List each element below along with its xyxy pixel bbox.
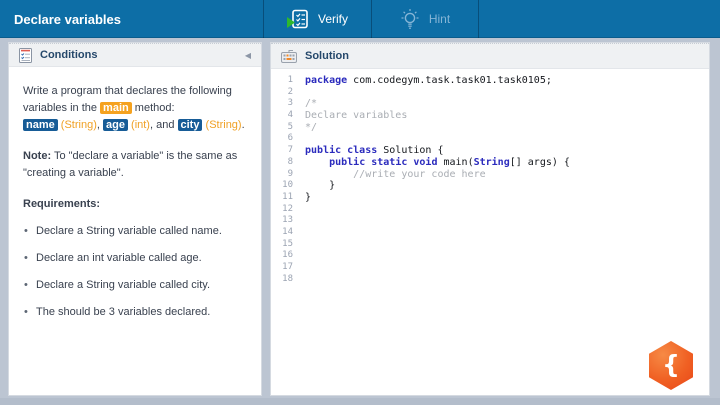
code-line: 14 — [271, 227, 709, 239]
line-number: 11 — [282, 191, 293, 202]
code-line: 1 package com.codegym.task.task01.task010… — [271, 75, 709, 87]
line-number: 16 — [282, 250, 293, 261]
code-line: 13 — [271, 215, 709, 227]
code-line: 7 public class Solution { — [271, 145, 709, 157]
code-line: 18 — [271, 274, 709, 286]
conditions-clipboard-icon — [19, 47, 32, 63]
code-line: 9 //write your code here — [271, 169, 709, 181]
code-line: 16 — [271, 250, 709, 262]
conditions-panel: Conditions ◀ Write a program that declar… — [8, 42, 262, 396]
keyboard-icon — [281, 49, 297, 63]
line-number: 2 — [287, 86, 293, 97]
line-number: 9 — [287, 168, 293, 179]
code-line: 8 public static void main(String[] args)… — [271, 157, 709, 169]
code-line: 15 — [271, 239, 709, 251]
code-line: 4 Declare variables — [271, 110, 709, 122]
conditions-header: Conditions ◀ — [9, 43, 261, 67]
line-number: 15 — [282, 238, 293, 249]
bottom-strip — [0, 398, 720, 405]
requirements-list: Declare a String variable called name. De… — [23, 225, 247, 318]
line-number: 13 — [282, 215, 293, 226]
code-line: 6 — [271, 133, 709, 145]
requirement-item: Declare an int variable called age. — [23, 252, 247, 264]
line-number: 5 — [287, 121, 293, 132]
code-line: 11} — [271, 192, 709, 204]
task-title: Declare variables — [14, 11, 121, 27]
var-city-token: city — [177, 119, 203, 131]
conditions-note: Note: To "declare a variable" is the sam… — [23, 150, 238, 179]
line-number: 7 — [287, 145, 293, 156]
requirement-item: Declare a String variable called city. — [23, 279, 247, 291]
var-name-token: name — [23, 119, 58, 131]
requirements-title: Requirements: — [23, 198, 101, 210]
code-line: 2 — [271, 87, 709, 99]
var-age-token: age — [103, 119, 128, 131]
code-editor[interactable]: 1 package com.codegym.task.task01.task010… — [271, 69, 709, 285]
line-number: 1 — [287, 75, 293, 85]
solution-header: Solution — [271, 43, 709, 69]
logo-brace-glyph: { — [662, 349, 680, 379]
top-bar: Declare variables Verify Hint — [0, 0, 720, 38]
hint-button-label: Hint — [428, 12, 451, 26]
code-line: 5 */ — [271, 122, 709, 134]
verify-button[interactable]: Verify — [263, 0, 372, 38]
requirement-item: Declare a String variable called name. — [23, 225, 247, 237]
code-line: 10 } — [271, 180, 709, 192]
code-line: 12 — [271, 204, 709, 216]
code-line: 3/* — [271, 98, 709, 110]
main-token: main — [100, 102, 132, 114]
line-number: 6 — [287, 133, 293, 144]
solution-panel: Solution 1 package com.codegym.task.task0… — [270, 42, 710, 396]
hint-button[interactable]: Hint — [372, 0, 479, 38]
conditions-title: Conditions — [40, 49, 98, 61]
verify-button-label: Verify — [317, 12, 348, 26]
line-number: 14 — [282, 226, 293, 237]
code-lines: 1 package com.codegym.task.task01.task010… — [271, 75, 709, 285]
line-number: 17 — [282, 262, 293, 272]
line-number: 3 — [287, 98, 293, 109]
line-number: 8 — [287, 156, 293, 167]
line-number: 18 — [282, 273, 293, 284]
line-number: 12 — [282, 203, 293, 214]
conditions-body: Write a program that declares the follow… — [9, 67, 261, 318]
line-number: 10 — [282, 180, 293, 191]
code-line: 17 — [271, 262, 709, 274]
conditions-intro: Write a program that declares the follow… — [23, 85, 245, 131]
verify-checklist-icon — [286, 9, 309, 29]
line-number: 4 — [287, 110, 293, 121]
requirement-item: The should be 3 variables declared. — [23, 306, 247, 318]
lightbulb-icon — [400, 8, 420, 30]
solution-title: Solution — [305, 50, 349, 62]
collapse-panel-icon[interactable]: ◀ — [245, 51, 251, 60]
